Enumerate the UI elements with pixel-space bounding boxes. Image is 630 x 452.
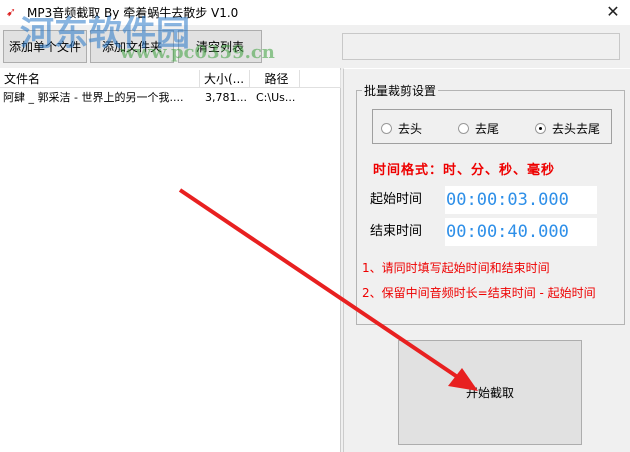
note-2: 2、保留中间音频时长=结束时间 - 起始时间 (362, 286, 596, 300)
radio-trim-head[interactable]: 去头 (381, 120, 422, 137)
end-time-input[interactable]: 00:00:40.000 (445, 218, 597, 246)
app-icon: ➹ (6, 5, 17, 19)
end-time-label: 结束时间 (370, 224, 423, 239)
start-time-input[interactable]: 00:00:03.000 (445, 186, 597, 214)
start-time-label: 起始时间 (370, 192, 423, 207)
add-folder-button[interactable]: 添加文件夹 (90, 30, 174, 63)
column-header-filename[interactable]: 文件名 (0, 70, 200, 88)
radio-label: 去头去尾 (552, 122, 601, 136)
column-header-path[interactable]: 路径 (250, 70, 300, 88)
group-title: 批量裁剪设置 (362, 82, 439, 99)
add-file-button[interactable]: 添加单个文件 (3, 30, 87, 63)
note-1: 1、请同时填写起始时间和结束时间 (362, 261, 550, 275)
cell-path: C:\Us... (256, 91, 296, 104)
path-field[interactable] (342, 33, 620, 60)
column-header-size[interactable]: 大小(... (200, 70, 250, 88)
radio-icon (381, 123, 392, 134)
close-button[interactable]: ✕ (600, 2, 626, 22)
clear-list-button[interactable]: 清空列表 (178, 30, 262, 63)
start-cut-button[interactable]: 开始截取 (398, 340, 582, 445)
radio-icon (458, 123, 469, 134)
radio-selected-icon (535, 123, 546, 134)
cell-filename: 阿肆 _ 郭采洁 - 世界上的另一个我.... (3, 91, 184, 104)
radio-label: 去尾 (475, 122, 500, 136)
radio-trim-both[interactable]: 去头去尾 (535, 120, 600, 137)
column-header-empty (300, 70, 341, 88)
file-list[interactable]: 文件名 大小(... 路径 阿肆 _ 郭采洁 - 世界上的另一个我.... 3,… (0, 68, 341, 452)
time-format-hint: 时间格式：时、分、秒、毫秒 (373, 163, 556, 178)
radio-label: 去头 (398, 122, 423, 136)
cell-size: 3,781... (205, 91, 247, 104)
window-title: MP3音频截取 By 牵着蜗牛去散步 V1.0 (27, 6, 239, 20)
radio-trim-tail[interactable]: 去尾 (458, 120, 499, 137)
